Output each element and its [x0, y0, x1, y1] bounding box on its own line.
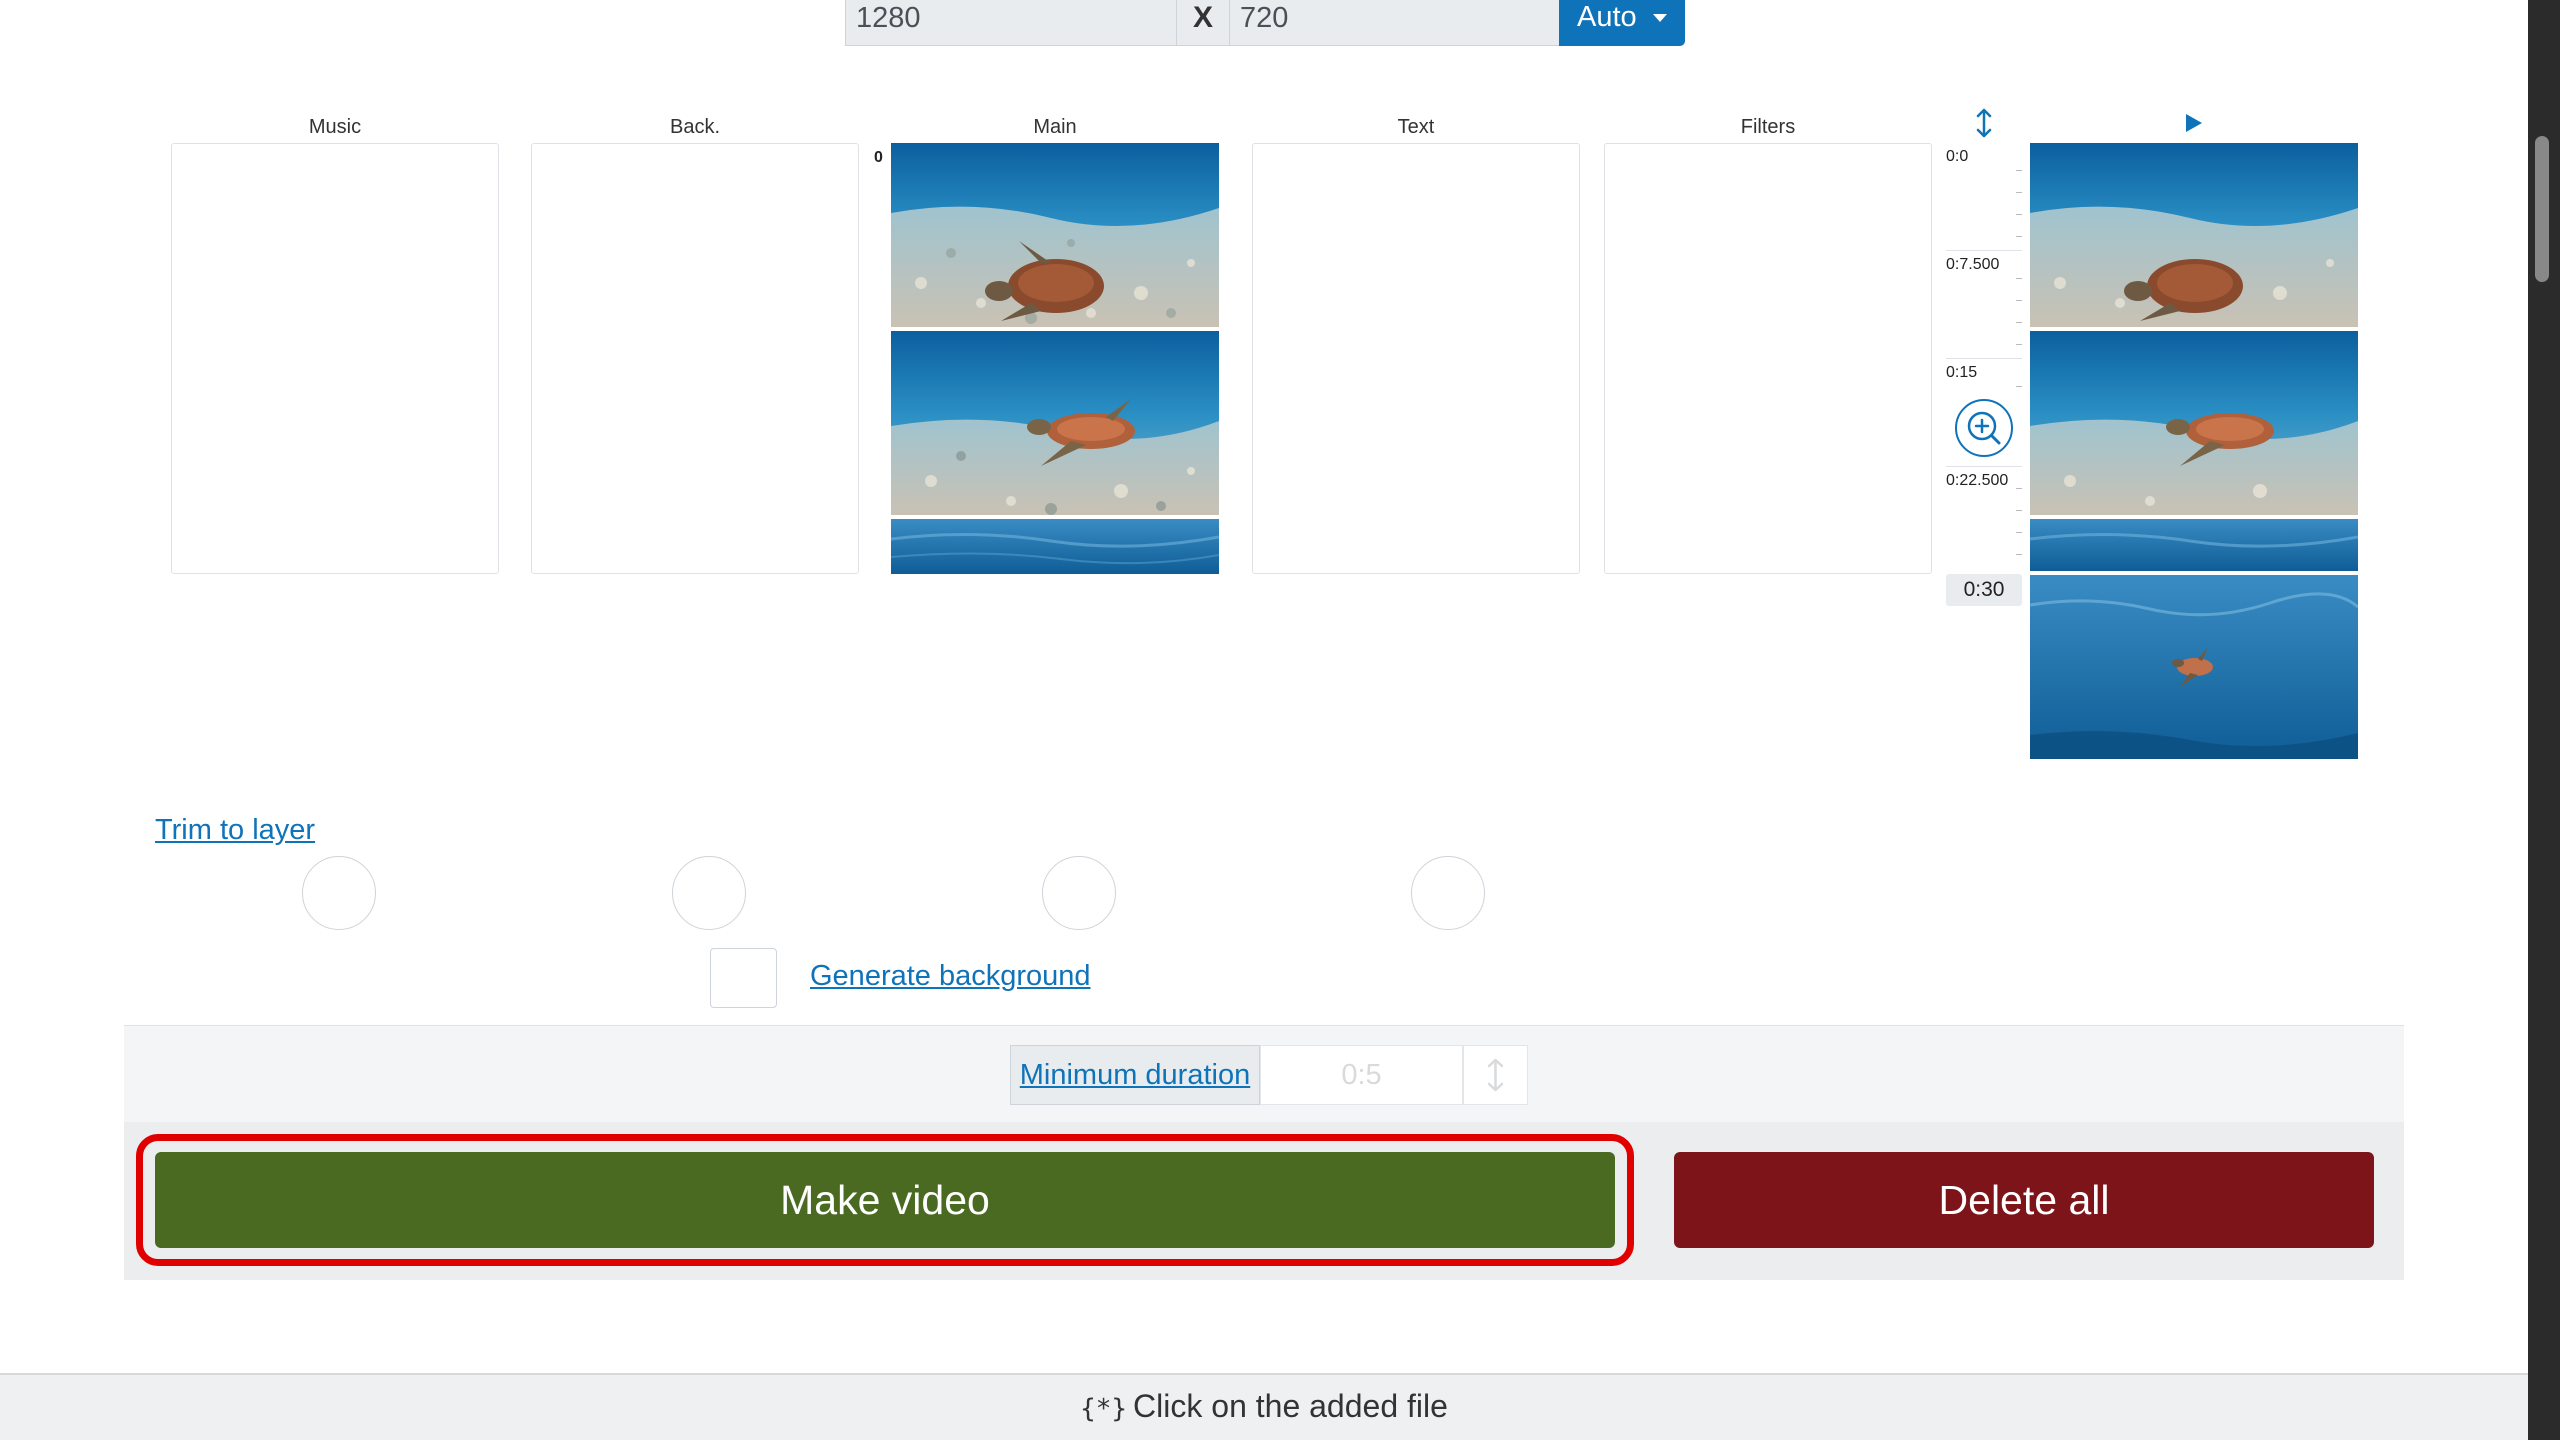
layer-label-text: Text [1397, 116, 1435, 138]
footer-hint-bar: {*} Click on the added file [0, 1373, 2528, 1440]
main-clip-1[interactable] [891, 143, 1219, 327]
zoom-in-icon [1967, 411, 2001, 445]
preview-frame-4[interactable] [2030, 575, 2358, 759]
timeline-end-time: 0:30 [1946, 574, 2022, 606]
layer-label-music: Music [308, 116, 362, 138]
preview-frame-1[interactable] [2030, 143, 2358, 327]
footer-hint-text: Click on the added file [1133, 1388, 1448, 1424]
main-layer-start-marker: 0 [874, 149, 883, 166]
play-icon[interactable] [2186, 114, 2202, 132]
layer-label-background: Back. [669, 116, 721, 138]
layer-label-filters: Filters [1740, 116, 1796, 138]
resolution-preset-label: Auto [1577, 1, 1637, 33]
minimum-duration-group: Minimum duration 0:5 [1010, 1045, 1528, 1105]
background-option-radio[interactable] [672, 856, 746, 930]
music-layer-dropzone[interactable] [171, 143, 499, 574]
width-input[interactable]: 1280 [845, 0, 1177, 46]
resolution-separator: X [1176, 0, 1230, 46]
generate-background-link[interactable]: Generate background [810, 960, 1091, 993]
height-input[interactable]: 720 [1229, 0, 1561, 46]
duration-stepper[interactable] [1463, 1045, 1528, 1105]
text-layer-dropzone[interactable] [1252, 143, 1580, 574]
asterisk-braces-icon: {*} [1080, 1394, 1128, 1424]
timeline-mark: 0:0 [1946, 148, 1969, 165]
zoom-in-button[interactable] [1955, 399, 2013, 457]
filters-layer-dropzone[interactable] [1604, 143, 1932, 574]
background-layer-dropzone[interactable] [531, 143, 859, 574]
timeline-mark: 0:15 [1946, 364, 1978, 381]
text-option-radio[interactable] [1411, 856, 1485, 930]
vertical-arrows-icon[interactable] [1972, 108, 1996, 138]
main-clip-2[interactable] [891, 331, 1219, 515]
minimum-duration-link[interactable]: Minimum duration [1020, 1059, 1250, 1091]
preview-frame-3[interactable] [2030, 519, 2358, 571]
highlight-outline [136, 1134, 1634, 1266]
trim-to-layer-link[interactable]: Trim to layer [155, 814, 315, 847]
timeline-mark: 0:22.500 [1946, 472, 2009, 489]
generate-background-checkbox[interactable] [710, 948, 777, 1008]
timeline-mark: 0:7.500 [1946, 256, 2000, 273]
vertical-arrows-icon [1487, 1058, 1504, 1092]
caret-down-icon [1653, 14, 1667, 22]
main-option-radio[interactable] [1042, 856, 1116, 930]
minimum-duration-input[interactable]: 0:5 [1260, 1045, 1463, 1105]
delete-all-button[interactable]: Delete all [1674, 1152, 2374, 1248]
minimum-duration-label[interactable]: Minimum duration [1010, 1045, 1260, 1105]
scrollbar-thumb[interactable] [2535, 136, 2549, 282]
layer-label-main: Main [1033, 116, 1077, 138]
preview-frame-2[interactable] [2030, 331, 2358, 515]
music-option-radio[interactable] [302, 856, 376, 930]
main-clip-3[interactable] [891, 519, 1219, 574]
resolution-preset-dropdown[interactable]: Auto [1559, 0, 1685, 46]
